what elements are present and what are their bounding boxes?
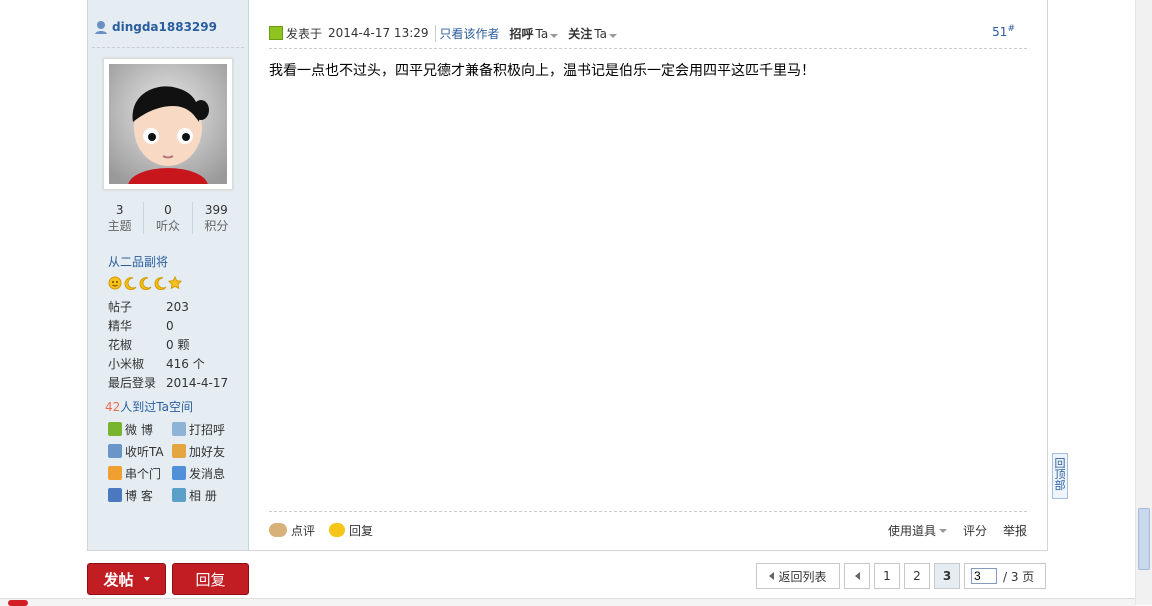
use-tool-menu[interactable]: 使用道具 bbox=[888, 522, 947, 539]
follow-link[interactable]: 收听TA bbox=[108, 443, 172, 459]
post-tools: 使用道具 评分 举报 bbox=[888, 522, 1027, 539]
blog-link[interactable]: 博 客 bbox=[108, 487, 172, 503]
page-link-2[interactable]: 2 bbox=[904, 563, 930, 589]
page-scrollbar[interactable] bbox=[1135, 0, 1152, 605]
blog-icon bbox=[108, 488, 122, 502]
coffee-cup-icon bbox=[269, 523, 287, 537]
home-icon bbox=[108, 466, 122, 480]
author-info: 帖子 203 精华 0 花椒 0 颗 小米椒 416 个 最后登录 2014-4-17 bbox=[108, 298, 243, 393]
speech-bubble-icon bbox=[329, 523, 346, 537]
page-jump: / 3 页 bbox=[964, 563, 1046, 589]
floor-number[interactable]: 51# bbox=[992, 24, 1015, 39]
wave-icon bbox=[172, 422, 186, 436]
send-message-link[interactable]: 发消息 bbox=[172, 465, 236, 481]
chevron-down-icon bbox=[550, 33, 559, 38]
post-content: 我看一点也不过头，四平兄德才兼备积极向上，温书记是伯乐一定会用四平这匹千里马！ bbox=[269, 63, 815, 79]
info-row: 最后登录 2014-4-17 bbox=[108, 376, 229, 390]
rate-link[interactable]: 评分 bbox=[963, 522, 987, 539]
author-sidebar: dingda1883299 3 主题 0 听众 399 积分 从二品副将 帖子 … bbox=[88, 0, 249, 550]
stat-points[interactable]: 399 积分 bbox=[193, 202, 240, 234]
author-stats: 3 主题 0 听众 399 积分 bbox=[96, 202, 240, 234]
avatar-image bbox=[109, 64, 227, 184]
stat-listeners[interactable]: 0 听众 bbox=[144, 202, 193, 234]
space-visits-link[interactable]: 42人到过Ta空间 bbox=[105, 398, 193, 415]
chevron-down-icon bbox=[608, 33, 617, 38]
moon-icon bbox=[124, 277, 137, 290]
brand-logo-icon bbox=[8, 600, 28, 606]
chevron-down-icon bbox=[143, 577, 150, 581]
moon-icon bbox=[139, 277, 152, 290]
mail-icon bbox=[172, 466, 186, 480]
divider bbox=[269, 48, 1027, 49]
weibo-icon bbox=[108, 422, 122, 436]
info-row: 花椒 0 颗 bbox=[108, 338, 190, 352]
page-jump-input[interactable] bbox=[971, 568, 997, 584]
stat-threads[interactable]: 3 主题 bbox=[96, 202, 145, 234]
prev-page-button[interactable] bbox=[844, 563, 870, 589]
info-row: 精华 0 bbox=[108, 319, 174, 333]
post-footer: 点评 回复 使用道具 评分 举报 bbox=[269, 518, 1027, 542]
rank-stars bbox=[108, 276, 182, 290]
scrollbar-thumb[interactable] bbox=[1138, 508, 1150, 570]
weibo-link[interactable]: 微 博 bbox=[108, 421, 172, 437]
back-to-top-button[interactable]: 回顶部 bbox=[1052, 453, 1068, 499]
info-row: 小米椒 416 个 bbox=[108, 357, 205, 371]
report-link[interactable]: 举报 bbox=[1003, 522, 1027, 539]
follow-icon bbox=[108, 444, 122, 458]
moon-icon bbox=[154, 277, 167, 290]
greet-link[interactable]: 打招呼 bbox=[172, 421, 236, 437]
visit-home-link[interactable]: 串个门 bbox=[108, 465, 172, 481]
album-link[interactable]: 相 册 bbox=[172, 487, 236, 503]
handshake-icon bbox=[172, 444, 186, 458]
new-post-button[interactable]: 发帖 bbox=[87, 563, 166, 595]
page-current: 3 bbox=[934, 563, 960, 589]
reply-link[interactable]: 回复 bbox=[329, 522, 373, 539]
add-friend-link[interactable]: 加好友 bbox=[172, 443, 236, 459]
author-actions: 微 博 打招呼 收听TA 加好友 串个门 发消息 博 客 相 册 bbox=[108, 421, 243, 503]
reply-button[interactable]: 回复 bbox=[172, 563, 249, 595]
divider bbox=[269, 511, 1027, 512]
post-document-icon bbox=[269, 26, 283, 40]
greet-menu[interactable]: 招呼 Ta bbox=[510, 25, 569, 42]
user-rank[interactable]: 从二品副将 bbox=[108, 253, 168, 270]
chevron-down-icon bbox=[938, 529, 947, 533]
sun-icon bbox=[108, 276, 122, 290]
arrow-left-icon bbox=[769, 572, 775, 580]
comment-button[interactable]: 点评 bbox=[269, 522, 315, 539]
avatar[interactable] bbox=[103, 58, 233, 190]
post-main: 发表于 2014-4-17 13:29 只看该作者 招呼 Ta 关注 Ta 51# … bbox=[249, 0, 1047, 550]
author-name[interactable]: dingda1883299 bbox=[112, 20, 217, 34]
arrow-left-icon bbox=[854, 572, 860, 580]
author-name-row[interactable]: dingda1883299 bbox=[94, 20, 217, 34]
pagination: 返回列表 1 2 3 / 3 页 bbox=[756, 563, 1046, 589]
author-only-link[interactable]: 只看该作者 bbox=[434, 24, 500, 42]
info-row: 帖子 203 bbox=[108, 300, 189, 314]
album-icon bbox=[172, 488, 186, 502]
post-header: 发表于 2014-4-17 13:29 只看该作者 招呼 Ta 关注 Ta 51# bbox=[269, 20, 1027, 46]
online-user-icon bbox=[95, 21, 107, 34]
back-to-list-button[interactable]: 返回列表 bbox=[756, 563, 840, 589]
page-link-1[interactable]: 1 bbox=[874, 563, 900, 589]
follow-menu[interactable]: 关注 Ta bbox=[568, 25, 627, 42]
post-time: 2014-4-17 13:29 bbox=[328, 26, 429, 40]
divider bbox=[92, 47, 244, 48]
star-icon bbox=[168, 276, 182, 290]
post-frame: dingda1883299 3 主题 0 听众 399 积分 从二品副将 帖子 … bbox=[87, 0, 1048, 551]
